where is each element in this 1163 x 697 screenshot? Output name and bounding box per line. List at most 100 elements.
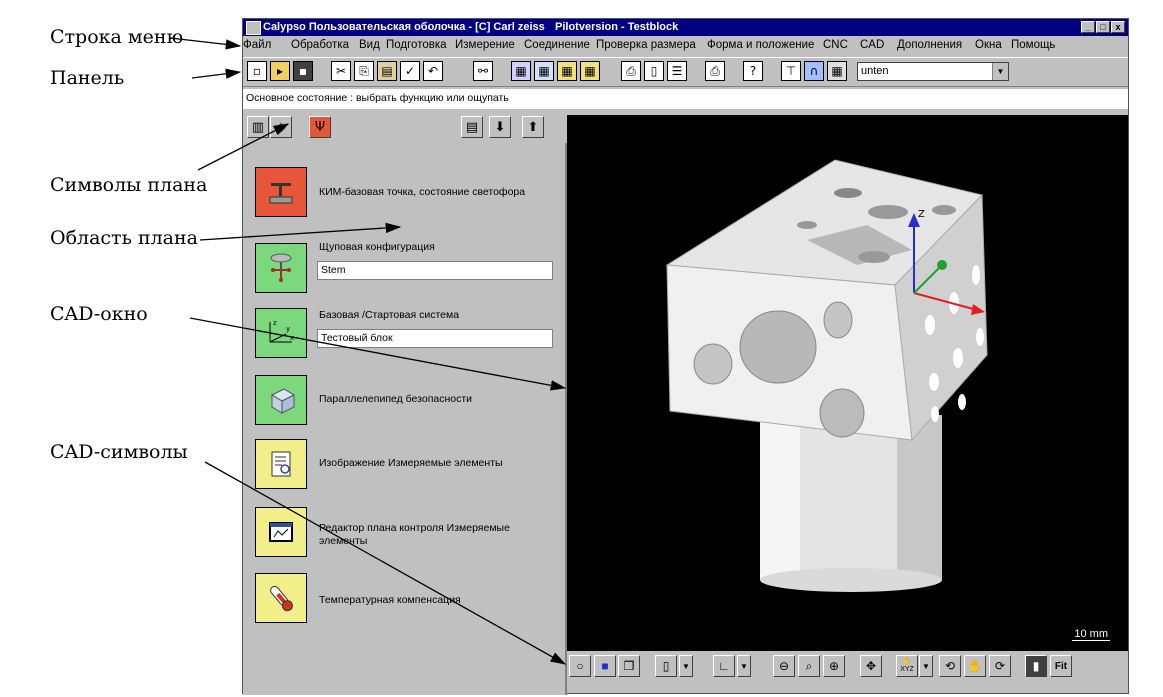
cad-model: Z (665, 159, 988, 592)
window-subtitle: Pilotversion - Testblock (555, 21, 679, 33)
copy-icon[interactable]: ⎘ (354, 61, 374, 81)
delete-icon[interactable]: ▯ (644, 61, 664, 81)
safety-box-icon[interactable] (255, 375, 307, 425)
face-icon[interactable]: ▯ (655, 655, 677, 677)
plan-item-label: Параллелепипед безопасности (319, 393, 473, 405)
window-title: Calypso Пользовательская оболочка - [C] … (263, 21, 545, 33)
zoom-out-icon[interactable]: ⊖ (773, 655, 795, 677)
grid-icon[interactable]: ▦ (827, 61, 847, 81)
arrow-up-icon[interactable]: ⬆ (522, 116, 544, 138)
plan-report-icon[interactable]: ▤ (461, 116, 483, 138)
help-icon[interactable]: ? (743, 61, 763, 81)
undo-icon[interactable]: ↶ (423, 61, 443, 81)
menu-windows[interactable]: Окна (975, 39, 1002, 51)
chevron-down-icon[interactable]: ▼ (992, 63, 1008, 80)
plan-editor-icon[interactable] (255, 507, 307, 557)
zoom-icon[interactable]: ⌕ (798, 655, 820, 677)
circle-icon[interactable]: ○ (569, 655, 591, 677)
axis-icon[interactable]: ∟ (713, 655, 735, 677)
rotate-icon[interactable]: ⟲ (939, 655, 961, 677)
menu-connect[interactable]: Соединение (524, 39, 590, 51)
new-icon[interactable]: ▫ (247, 61, 267, 81)
annotation-cad-window: CAD-окно (50, 303, 148, 325)
report4-icon[interactable]: ▦ (580, 61, 600, 81)
shaded-icon[interactable]: ■ (594, 655, 616, 677)
coordinate-system-icon[interactable]: z xy (255, 308, 307, 358)
title-bar: Calypso Пользовательская оболочка - [C] … (243, 19, 1128, 36)
thermometer-icon[interactable] (255, 573, 307, 623)
cad-window[interactable]: Z 10 mm (567, 115, 1128, 651)
hand-icon[interactable]: ✋ (964, 655, 986, 677)
cmm-icon[interactable] (255, 167, 307, 217)
menu-file[interactable]: Файл (243, 39, 271, 51)
open-icon[interactable]: ▸ (270, 61, 290, 81)
display-elements-icon[interactable] (255, 439, 307, 489)
menu-cnc[interactable]: CNC (823, 39, 848, 51)
maximize-button[interactable]: □ (1096, 21, 1110, 33)
menu-prepare[interactable]: Подготовка (386, 39, 447, 51)
arrow-down-icon[interactable]: ⬇ (489, 116, 511, 138)
report-icon[interactable]: ▦ (511, 61, 531, 81)
base-system-field[interactable]: Тестовый блок (317, 329, 553, 348)
zoom-in-icon[interactable]: ⊕ (823, 655, 845, 677)
annotation-plan-symbols: Символы плана (50, 174, 208, 196)
list-icon[interactable]: ☰ (667, 61, 687, 81)
report2-icon[interactable]: ▦ (534, 61, 554, 81)
z-axis-label: Z (918, 209, 925, 220)
cube-wire-icon[interactable]: ❒ (618, 655, 640, 677)
fit-button[interactable]: Fit (1050, 655, 1072, 677)
plan-item-label: Редактор плана контроля Измеряемые элеме… (319, 522, 510, 547)
probe-icon[interactable]: ⊤ (781, 61, 801, 81)
print-icon[interactable]: ⎙ (621, 61, 641, 81)
menu-help[interactable]: Помощь (1011, 39, 1055, 51)
report3-icon[interactable]: ▦ (557, 61, 577, 81)
chevron-down-icon[interactable]: ▼ (737, 655, 751, 677)
paste-icon[interactable]: ▤ (377, 61, 397, 81)
hand-xyz-icon[interactable]: ✋ XYZ (896, 655, 918, 677)
annotation-panel: Панель (50, 67, 125, 89)
annotation-cad-symbols: CAD-символы (50, 441, 188, 463)
plan-probe-icon[interactable]: Ψ (309, 116, 331, 138)
printer-icon[interactable]: ⎙ (705, 61, 725, 81)
menu-bar: Файл Обработка Вид Подготовка Измерение … (243, 37, 1128, 55)
main-toolbar: ▫ ▸ ▪ ✂ ⎘ ▤ ✓ ↶ ⚯ ▦ ▦ ▦ ▦ ⎙ ▯ ☰ ⎙ ? ⊤ ∩ … (243, 57, 1128, 87)
menu-extras[interactable]: Дополнения (897, 39, 962, 51)
cad-symbols-toolbar: ○ ■ ❒ ▯ ▼ ∟ ▼ ⊖ ⌕ ⊕ ✥ ✋ XYZ ▼ ⟲ ✋ ⟳ ▮ Fit (567, 653, 1128, 691)
menu-form-position[interactable]: Форма и положение (707, 39, 814, 51)
close-button[interactable]: x (1111, 21, 1125, 33)
probe-config-value: Stem (321, 264, 346, 276)
cut-icon[interactable]: ✂ (331, 61, 351, 81)
plan-overview-icon[interactable]: ▥ (247, 116, 269, 138)
probe-config-field[interactable]: Stem (317, 261, 553, 280)
svg-text:y: y (286, 325, 290, 333)
plan-symbols-toolbar: ▥ ◆ Ψ ▤ ⬇ ⬆ (243, 113, 566, 141)
edit-icon[interactable]: ✓ (400, 61, 420, 81)
plan-elements-icon[interactable]: ◆ (270, 116, 292, 138)
solid-icon[interactable]: ▮ (1025, 655, 1047, 677)
menu-measure[interactable]: Измерение (455, 39, 515, 51)
menu-edit[interactable]: Обработка (291, 39, 349, 51)
plan-item-label: Изображение Измеряемые элементы (319, 457, 503, 469)
view-select[interactable]: unten ▼ (857, 62, 1009, 81)
calypso-window: Calypso Пользовательская оболочка - [C] … (242, 18, 1129, 695)
save-icon[interactable]: ▪ (293, 61, 313, 81)
plan-area: КИМ-базовая точка, состояние светофора Щ… (243, 143, 567, 695)
chevron-down-icon[interactable]: ▼ (919, 655, 933, 677)
plan-item-label: Температурная компенсация (319, 594, 461, 606)
menu-view[interactable]: Вид (359, 39, 380, 51)
pan-icon[interactable]: ✥ (860, 655, 882, 677)
plan-item-label: КИМ-базовая точка, состояние светофора (319, 186, 526, 198)
status-line: Основное состояние : выбрать функцию или… (243, 89, 1128, 109)
probe-config-icon[interactable] (255, 243, 307, 293)
minimize-button[interactable]: _ (1081, 21, 1095, 33)
binoculars-icon[interactable]: ⚯ (473, 61, 493, 81)
rotate-3d-icon[interactable]: ⟳ (989, 655, 1011, 677)
menu-cad[interactable]: CAD (860, 39, 884, 51)
app-icon (246, 21, 261, 35)
chevron-down-icon[interactable]: ▼ (679, 655, 693, 677)
menu-size-check[interactable]: Проверка размера (596, 39, 696, 51)
svg-text:z: z (273, 319, 277, 327)
view-select-value: unten (861, 65, 889, 77)
annotation-plan-area: Область плана (50, 227, 199, 249)
magnet-icon[interactable]: ∩ (804, 61, 824, 81)
